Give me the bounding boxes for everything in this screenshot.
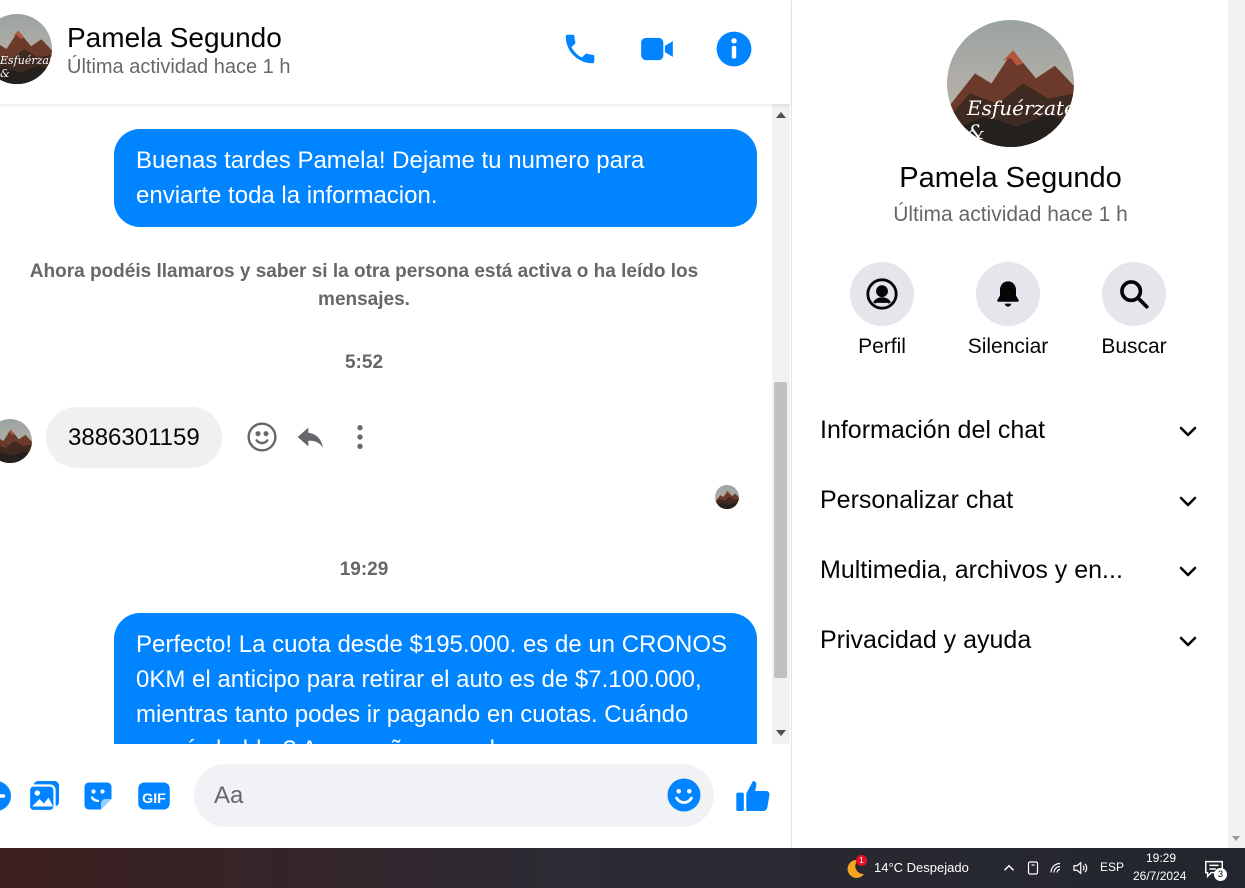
wifi-icon[interactable]	[1048, 859, 1066, 877]
contact-status: Última actividad hace 1 h	[67, 56, 291, 78]
clock-time[interactable]: 19:29	[1146, 851, 1176, 865]
chevron-down-icon	[1176, 629, 1200, 653]
emoji-icon[interactable]	[666, 777, 702, 813]
sticker-icon[interactable]	[80, 778, 116, 814]
clock-date[interactable]: 26/7/2024	[1133, 869, 1186, 883]
chevron-down-icon	[1176, 559, 1200, 583]
contact-avatar[interactable]: Esfuérzate &	[0, 14, 52, 84]
weather-moon-icon[interactable]: 1	[843, 855, 867, 881]
weather-badge: 1	[856, 855, 867, 866]
attach-photo-icon[interactable]	[26, 778, 62, 814]
section-chat-info[interactable]: Información del chat	[820, 406, 1200, 454]
more-options-icon[interactable]	[344, 421, 376, 453]
sender-avatar[interactable]	[0, 419, 32, 463]
chevron-up-icon[interactable]	[1000, 859, 1018, 877]
contact-name[interactable]: Pamela Segundo	[67, 22, 282, 54]
chat-column: Esfuérzate & Pamela Segundo Última activ…	[0, 0, 790, 848]
section-label: Multimedia, archivos y en...	[820, 556, 1123, 584]
section-label: Privacidad y ayuda	[820, 626, 1032, 654]
profile-label: Perfil	[858, 335, 906, 358]
gif-icon[interactable]: GIF	[136, 778, 172, 814]
notifications-icon[interactable]: 3	[1203, 858, 1227, 882]
chevron-down-icon	[1176, 419, 1200, 443]
phone-icon[interactable]	[561, 30, 599, 68]
device-icon[interactable]	[1024, 859, 1042, 877]
conversation-info-panel: Esfuérzate & Pamela Segundo Última activ…	[791, 0, 1228, 848]
profile-status: Última actividad hace 1 h	[893, 203, 1128, 226]
mute-label: Silenciar	[967, 335, 1049, 358]
section-label: Información del chat	[820, 416, 1046, 444]
info-icon[interactable]	[715, 30, 753, 68]
outgoing-message[interactable]: Perfecto! La cuota desde $195.000. es de…	[114, 613, 757, 744]
read-receipt-avatar	[715, 485, 739, 509]
message-composer: GIF	[0, 744, 790, 848]
mute-button[interactable]: Silenciar	[945, 262, 1071, 359]
outgoing-message[interactable]: Buenas tardes Pamela! Dejame tu numero p…	[114, 129, 757, 227]
avatar-logo-text: Esfuérzate &	[967, 96, 1074, 144]
message-input[interactable]	[214, 764, 644, 827]
language-indicator[interactable]: ESP	[1100, 860, 1124, 874]
system-notice: Ahora podéis llamaros y saber si la otra…	[29, 261, 699, 310]
page-scrollbar[interactable]	[1228, 0, 1245, 848]
message-list[interactable]: Buenas tardes Pamela! Dejame tu numero p…	[0, 104, 772, 744]
section-media-files[interactable]: Multimedia, archivos y en...	[820, 546, 1200, 594]
profile-avatar[interactable]: Esfuérzate &	[947, 20, 1074, 147]
search-button[interactable]: Buscar	[1071, 262, 1197, 359]
react-emoji-icon[interactable]	[246, 421, 278, 453]
profile-name: Pamela Segundo	[899, 162, 1122, 194]
messenger-window: Esfuérzate & Pamela Segundo Última activ…	[0, 0, 1245, 848]
section-customize-chat[interactable]: Personalizar chat	[820, 476, 1200, 524]
more-actions-icon[interactable]	[0, 778, 14, 814]
message-timestamp: 5:52	[344, 352, 384, 373]
section-privacy-help[interactable]: Privacidad y ayuda	[820, 616, 1200, 664]
message-input-wrapper	[194, 764, 714, 827]
search-label: Buscar	[1101, 335, 1167, 358]
message-scrollbar[interactable]	[772, 104, 790, 744]
bell-icon	[976, 262, 1040, 326]
thumbs-up-icon[interactable]	[733, 776, 773, 816]
scroll-thumb[interactable]	[774, 382, 787, 678]
chat-header: Esfuérzate & Pamela Segundo Última activ…	[0, 0, 790, 104]
speaker-icon[interactable]	[1071, 859, 1089, 877]
message-timestamp: 19:29	[339, 559, 389, 580]
scroll-down-arrow-icon[interactable]	[776, 730, 786, 736]
reply-icon[interactable]	[295, 421, 327, 453]
notification-count: 3	[1214, 868, 1227, 881]
scroll-down-arrow-icon[interactable]	[1232, 836, 1240, 841]
profile-icon	[850, 262, 914, 326]
profile-button[interactable]: Perfil	[819, 262, 945, 359]
search-icon	[1102, 262, 1166, 326]
video-camera-icon[interactable]	[638, 30, 676, 68]
windows-taskbar: 1 14°C Despejado ESP 19:29 26/7/2024 3	[0, 848, 1245, 888]
incoming-message[interactable]: 3886301159	[46, 407, 222, 468]
svg-text:GIF: GIF	[142, 791, 166, 807]
section-label: Personalizar chat	[820, 486, 1014, 514]
avatar-logo-text: Esfuérzate &	[0, 54, 52, 80]
weather-text[interactable]: 14°C Despejado	[874, 860, 969, 875]
scroll-up-arrow-icon[interactable]	[776, 112, 786, 118]
chevron-down-icon	[1176, 489, 1200, 513]
